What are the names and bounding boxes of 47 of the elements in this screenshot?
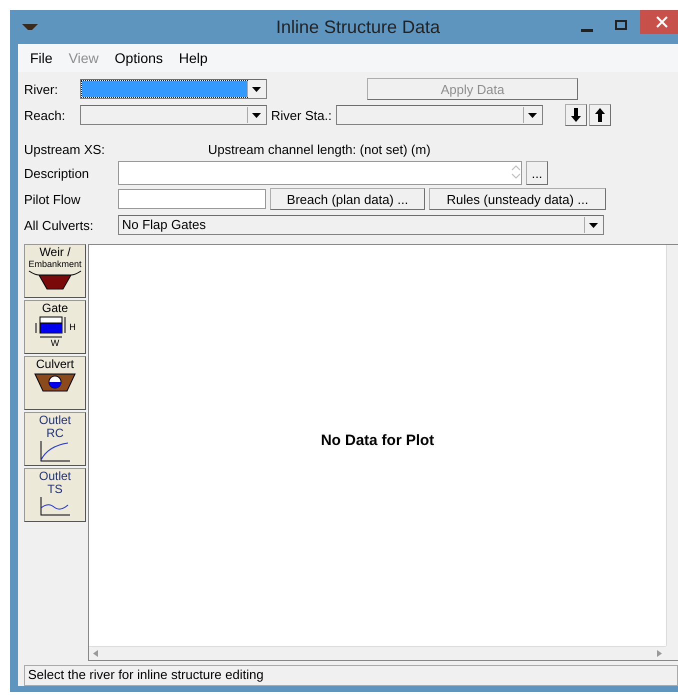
- structure-tool-button[interactable]: Weir / Embankment: [24, 244, 86, 298]
- river-station-dropdown[interactable]: [336, 105, 543, 125]
- structure-tool-button[interactable]: Outlet RC: [24, 412, 86, 466]
- culvert-icon: [33, 371, 77, 393]
- channel-length-label: Upstream channel length: (not set) (m): [208, 142, 431, 156]
- dropdown-arrow-icon[interactable]: [252, 86, 261, 92]
- time-series-icon: [38, 496, 72, 516]
- status-bar: Select the river for inline structure editing: [24, 665, 678, 686]
- down-arrow-button[interactable]: [564, 104, 587, 126]
- close-icon[interactable]: [640, 10, 678, 34]
- down-arrow-icon: [570, 108, 581, 122]
- dropdown-arrow-icon[interactable]: [528, 112, 537, 118]
- dropdown-arrow-icon[interactable]: [252, 112, 261, 118]
- scroll-right-icon[interactable]: [657, 650, 662, 657]
- no-data-message: No Data for Plot: [320, 432, 434, 449]
- scroll-left-icon[interactable]: [93, 650, 98, 657]
- menu-item[interactable]: File: [22, 50, 61, 66]
- dropdown-arrow-icon[interactable]: [589, 222, 598, 228]
- structure-tool-button[interactable]: Gate H W: [24, 300, 86, 354]
- horizontal-scrollbar[interactable]: [89, 646, 666, 660]
- app-icon: [22, 23, 38, 31]
- description-label: Description: [24, 166, 90, 180]
- upstream-xs-label: Upstream XS:: [24, 142, 106, 156]
- maximize-icon[interactable]: [615, 20, 627, 30]
- pilot-flow-label: Pilot Flow: [24, 192, 82, 206]
- weir-embankment-icon: [27, 269, 83, 291]
- up-arrow-button[interactable]: [588, 104, 611, 126]
- structure-tool-button[interactable]: Culvert: [24, 356, 86, 410]
- description-more-button[interactable]: ...: [526, 161, 548, 185]
- all-culverts-dropdown[interactable]: No Flap Gates: [118, 215, 604, 235]
- pilot-flow-field[interactable]: [118, 189, 266, 209]
- rules-button[interactable]: Rules (unsteady data) ...: [429, 188, 606, 210]
- all-culverts-label: All Culverts:: [24, 218, 94, 232]
- reach-label: Reach:: [24, 108, 66, 122]
- window-title: Inline Structure Data: [274, 17, 442, 38]
- menu-item[interactable]: Help: [170, 50, 216, 66]
- reach-dropdown[interactable]: [80, 105, 267, 125]
- river-label: River:: [24, 82, 59, 96]
- gate-icon: [34, 315, 68, 339]
- river-dropdown[interactable]: [80, 79, 267, 99]
- rating-curve-icon: [38, 440, 72, 462]
- structure-tool-button[interactable]: Outlet TS: [24, 468, 86, 522]
- description-field[interactable]: [118, 161, 522, 185]
- menu-item[interactable]: Options: [106, 50, 171, 66]
- breach-button[interactable]: Breach (plan data) ...: [270, 188, 425, 210]
- up-arrow-icon: [594, 108, 605, 122]
- river-station-label: River Sta.:: [271, 108, 332, 122]
